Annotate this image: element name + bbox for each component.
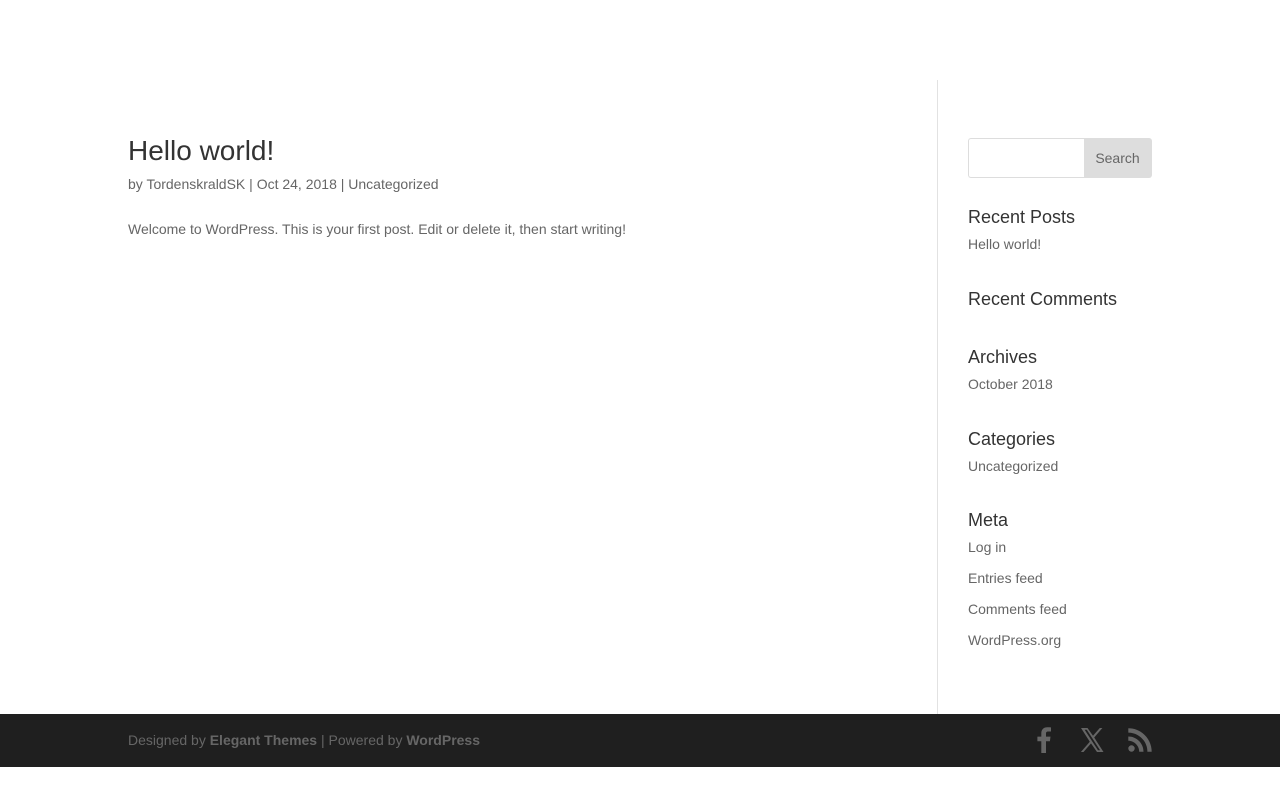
widget-title-recent-comments: Recent Comments [968,289,1118,309]
sidebar: Search Recent Posts Hello world! Recent … [968,138,1152,648]
rss-icon [1128,728,1152,752]
search-input[interactable] [968,138,1084,178]
meta-wordpress-org-link[interactable]: WordPress.org [968,632,1061,648]
category-link[interactable]: Uncategorized [968,458,1058,474]
recent-post-link[interactable]: Hello world! [968,236,1041,252]
footer-designed-by: Designed by [128,732,210,748]
site-footer: Designed by Elegant Themes | Powered by … [0,714,1280,767]
widget-recent-posts: Recent Posts Hello world! [968,204,1152,254]
widget-title-categories: Categories [968,429,1056,449]
page-bottom [0,767,1280,800]
list-item: Entries feed [968,568,1152,588]
rss-icon[interactable] [1127,726,1153,754]
list-item: Comments feed [968,599,1152,619]
post-meta: by TordenskraldSK | Oct 24, 2018 | Uncat… [128,174,908,194]
search-form: Search [968,138,1152,178]
post-date: Oct 24, 2018 [256,176,337,192]
main-content: Hello world! by TordenskraldSK | Oct 24,… [0,80,1280,714]
meta-login-link[interactable]: Log in [968,539,1006,555]
widget-title-meta: Meta [968,510,1009,530]
list-item: October 2018 [968,374,1152,394]
footer-credits: Designed by Elegant Themes | Powered by … [128,730,480,750]
meta-list: Log in Entries feed Comments feed WordPr… [968,537,1152,650]
elegant-themes-link[interactable]: Elegant Themes [210,732,317,748]
x-icon[interactable] [1079,726,1105,754]
widget-archives: Archives October 2018 [968,344,1152,394]
list-item: Uncategorized [968,456,1152,476]
archive-link[interactable]: October 2018 [968,376,1053,392]
post-meta-separator: | [245,176,257,192]
post-meta-by: by [128,176,147,192]
post-article: Hello world! by TordenskraldSK | Oct 24,… [128,132,908,239]
post-category-link[interactable]: Uncategorized [348,176,438,192]
widget-recent-comments: Recent Comments [968,286,1152,312]
list-item: Log in [968,537,1152,557]
recent-posts-list: Hello world! [968,234,1152,254]
widget-categories: Categories Uncategorized [968,426,1152,476]
facebook-icon [1037,727,1051,753]
list-item: Hello world! [968,234,1152,254]
facebook-icon[interactable] [1031,726,1057,754]
post-title[interactable]: Hello world! [128,132,908,170]
x-icon [1080,728,1104,752]
footer-powered-by: | Powered by [317,732,407,748]
meta-comments-feed-link[interactable]: Comments feed [968,601,1067,617]
archives-list: October 2018 [968,374,1152,394]
widget-title-archives: Archives [968,347,1038,367]
widget-meta: Meta Log in Entries feed Comments feed W… [968,507,1152,650]
elegant-themes-label: Elegant Themes [209,732,318,748]
categories-list: Uncategorized [968,456,1152,476]
widget-title-recent-posts: Recent Posts [968,207,1076,227]
post-content: Welcome to WordPress. This is your first… [128,221,626,237]
meta-entries-feed-link[interactable]: Entries feed [968,570,1043,586]
post-author-link[interactable]: TordenskraldSK [146,176,245,192]
post-meta-separator: | [336,176,349,192]
list-item: WordPress.org [968,630,1152,650]
search-button[interactable]: Search [1084,138,1152,178]
sidebar-divider [937,80,938,714]
site-header [0,0,1280,80]
wordpress-label: WordPress [406,732,481,748]
wordpress-link[interactable]: WordPress [406,732,480,748]
